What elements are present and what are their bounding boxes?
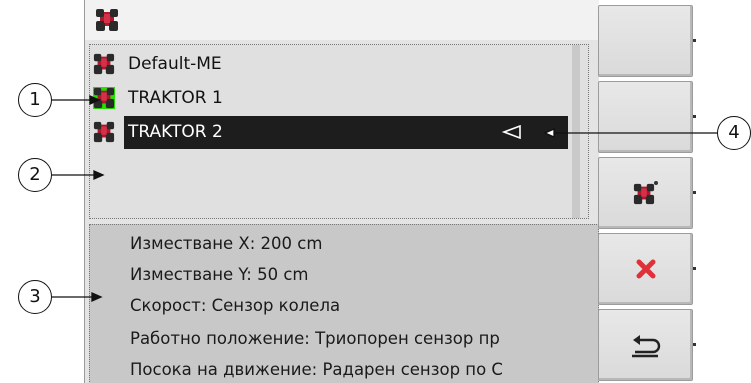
callout-4: 4 <box>717 116 751 150</box>
callout-lines <box>52 94 718 303</box>
callout-1: 1 <box>18 83 52 117</box>
callout-2: 2 <box>18 158 52 192</box>
callout-3: 3 <box>18 280 52 314</box>
